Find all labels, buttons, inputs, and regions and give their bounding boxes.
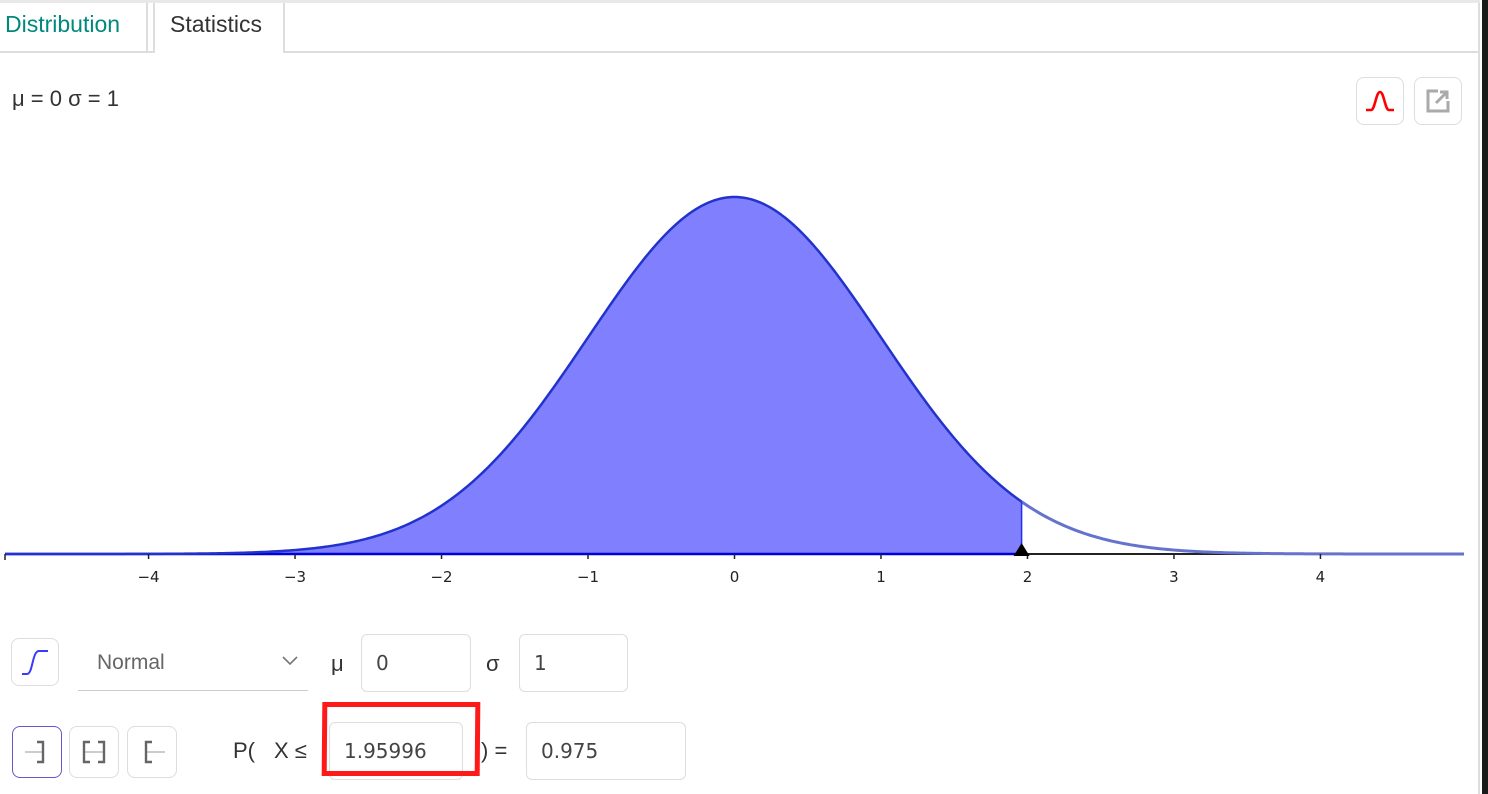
sigma-input[interactable]: 1 (519, 634, 628, 692)
right-sided-icon (144, 740, 165, 764)
mu-input[interactable]: 0 (361, 634, 471, 692)
tab-bar: Distribution Statistics (0, 3, 1480, 53)
distribution-plot[interactable]: −4 −3 −2 −1 0 1 2 3 4 (0, 120, 1480, 600)
density-curve-tail (1020, 500, 1464, 556)
distribution-select-value: Normal (97, 651, 165, 674)
bell-curve-icon (1366, 90, 1394, 112)
toggle-pdf-button[interactable] (1356, 77, 1404, 125)
parameters-label: μ = 0 σ = 1 (12, 86, 119, 111)
x-tick-label: 1 (876, 568, 886, 586)
export-icon (1426, 89, 1450, 113)
left-sided-button[interactable] (12, 726, 62, 778)
x-tick-label: −4 (137, 568, 159, 586)
tab-distribution[interactable]: Distribution (0, 3, 148, 51)
tab-statistics[interactable]: Statistics (153, 3, 285, 53)
x-tick-label: −1 (577, 568, 599, 586)
mu-label: μ (331, 651, 344, 676)
x-tick-label: −2 (430, 568, 452, 586)
probability-variable: X ≤ (274, 738, 307, 763)
probability-suffix: ) = (481, 738, 508, 763)
x-tick-label: 4 (1316, 568, 1326, 586)
highlight-annotation (321, 702, 481, 776)
x-tick-label: 3 (1169, 568, 1179, 586)
cumulative-curve-icon (22, 650, 48, 675)
distribution-select[interactable]: Normal (78, 635, 308, 691)
x-tick-label: 2 (1023, 568, 1033, 586)
two-sided-icon (82, 740, 106, 764)
probability-result[interactable]: 0.975 (526, 722, 686, 780)
window-edge (1482, 0, 1488, 794)
x-tick-label: 0 (730, 568, 740, 586)
two-sided-button[interactable] (69, 726, 119, 778)
probability-prefix: P( (233, 738, 255, 763)
cumulative-toggle-button[interactable] (11, 638, 59, 686)
left-sided-icon (25, 740, 45, 764)
chevron-down-icon (282, 656, 298, 666)
right-sided-button[interactable] (127, 726, 177, 778)
sigma-label: σ (486, 651, 500, 676)
x-tick-label: −3 (284, 568, 306, 586)
shaded-area (5, 197, 1022, 554)
export-button[interactable] (1414, 77, 1462, 125)
